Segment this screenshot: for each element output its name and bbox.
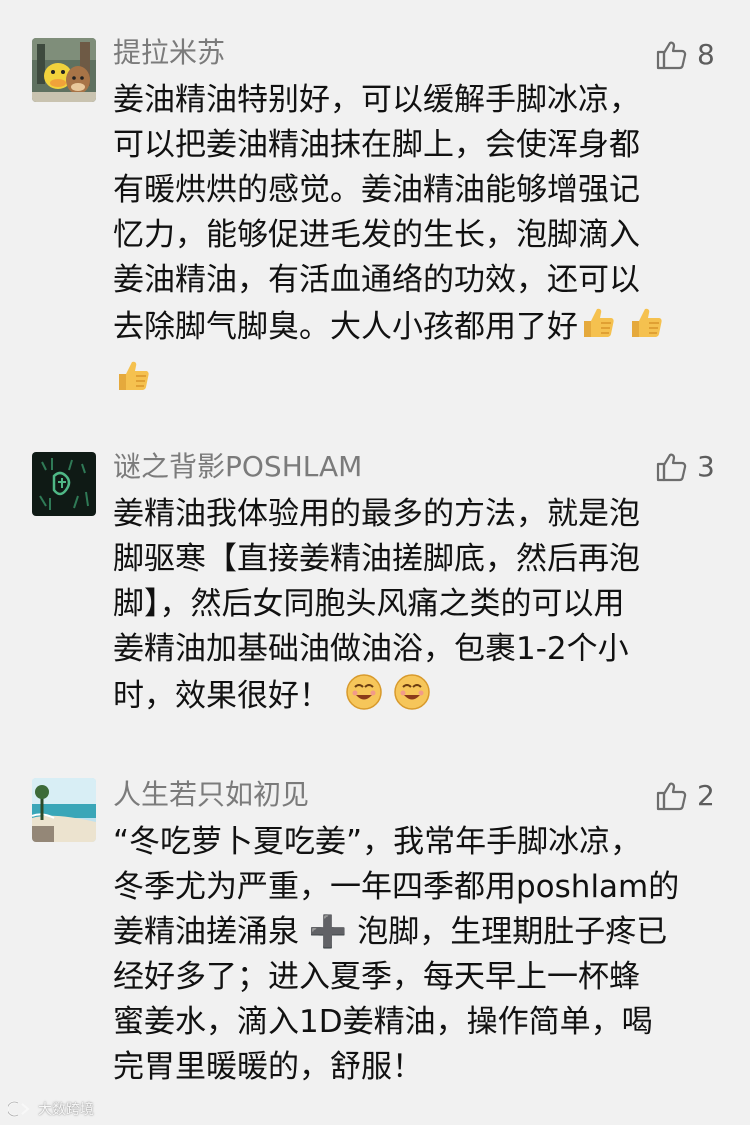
comment-line: 脚】，然后女同胞头风痛之类的可以用	[113, 586, 625, 622]
comment-line: 完胃里暖暖的，舒服！	[113, 1049, 423, 1085]
comment-line: 冬季尤为严重，一年四季都用poshlam的	[113, 869, 680, 905]
user-avatar[interactable]	[32, 778, 96, 842]
comment-line: 可以把姜油精油抹在脚上，会使浑身都	[113, 127, 640, 163]
like-button[interactable]: 3	[655, 448, 735, 486]
comment-line: 脚驱寒【直接姜精油搓脚底，然后再泡	[113, 541, 640, 577]
thumbs-up-outline-icon	[656, 782, 687, 811]
thumbs-up-emoji-icon	[113, 356, 153, 409]
comment-line: 经好多了；进入夏季，每天早上一杯蜂	[113, 959, 640, 995]
watermark: 大数跨境	[8, 1099, 94, 1119]
comment-line	[113, 356, 723, 409]
username[interactable]: 人生若只如初见	[113, 778, 309, 812]
avatar-image-icon	[32, 778, 96, 842]
smiling-emoji-icon	[344, 672, 384, 725]
comment-line: 忆力，能够促进毛发的生长，泡脚滴入	[113, 217, 640, 253]
watermark-logo-icon	[8, 1100, 30, 1118]
like-button[interactable]: 2	[655, 777, 735, 815]
watermark-text: 大数跨境	[38, 1102, 94, 1118]
comment-line-text: 去除脚气脚臭。大人小孩都用了好	[113, 309, 578, 345]
like-count: 8	[697, 38, 715, 71]
username[interactable]: 提拉米苏	[113, 36, 225, 70]
comment-line: 姜精油搓涌泉 ➕ 泡脚，生理期肚子疼已	[113, 914, 668, 950]
like-count: 2	[697, 779, 715, 812]
thumbs-up-emoji-icon	[626, 303, 666, 356]
comment-line: 姜精油加基础油做油浴，包裹1-2个小	[113, 631, 629, 667]
thumbs-up-outline-icon	[656, 41, 687, 70]
username[interactable]: 谜之背影POSHLAM	[113, 450, 362, 484]
like-count: 3	[697, 450, 715, 483]
avatar-image-icon	[32, 452, 96, 516]
comment-line: 蜜姜水，滴入1D姜精油，操作简单，喝	[113, 1004, 653, 1040]
comment-line: 时，效果很好！	[113, 672, 723, 725]
user-avatar[interactable]	[32, 38, 96, 102]
like-button[interactable]: 8	[655, 36, 735, 74]
comment-line: 姜精油我体验用的最多的方法，就是泡	[113, 496, 640, 532]
comment-text: 姜精油我体验用的最多的方法，就是泡 脚驱寒【直接姜精油搓脚底，然后再泡 脚】，然…	[113, 492, 723, 725]
comment-line: 姜油精油，有活血通络的功效，还可以	[113, 262, 640, 298]
comment-text: “冬吃萝卜夏吃姜”，我常年手脚冰凉， 冬季尤为严重，一年四季都用poshlam的…	[113, 820, 723, 1090]
comment-line: 去除脚气脚臭。大人小孩都用了好	[113, 303, 723, 356]
smiling-emoji-icon	[392, 672, 432, 725]
user-avatar[interactable]	[32, 452, 96, 516]
thumbs-up-emoji-icon	[578, 303, 618, 356]
comment-line: 有暖烘烘的感觉。姜油精油能够增强记	[113, 172, 640, 208]
avatar-image-icon	[32, 38, 96, 102]
comment-line-text: 时，效果很好！	[113, 678, 330, 714]
thumbs-up-outline-icon	[656, 453, 687, 482]
comment-line: 姜油精油特别好，可以缓解手脚冰凉，	[113, 82, 640, 118]
comment-line: “冬吃萝卜夏吃姜”，我常年手脚冰凉，	[113, 824, 642, 860]
comment-text: 姜油精油特别好，可以缓解手脚冰凉， 可以把姜油精油抹在脚上，会使浑身都 有暖烘烘…	[113, 78, 723, 409]
